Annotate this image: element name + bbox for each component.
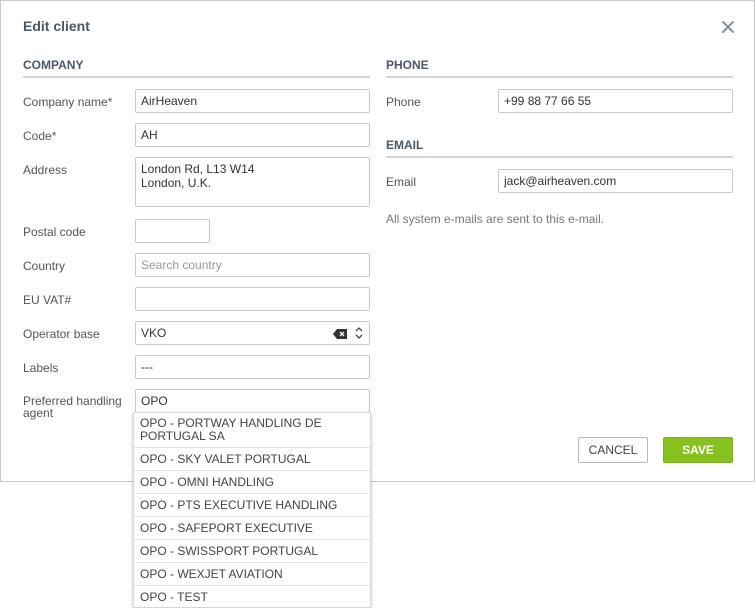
company-name-label: Company name*: [23, 95, 113, 109]
email-label: Email: [386, 175, 417, 189]
dropdown-option[interactable]: OPO - SWISSPORT PORTUGAL: [134, 540, 370, 563]
close-icon[interactable]: [718, 17, 738, 37]
eu-vat-input[interactable]: [135, 287, 370, 311]
edit-client-dialog: Edit client COMPANY Company name* AirHea…: [0, 0, 755, 482]
phone-section-divider: [386, 76, 733, 78]
country-search-input[interactable]: Search country: [135, 253, 370, 277]
address-line-1: London Rd, L13 W14: [141, 162, 255, 176]
phone-input[interactable]: +99 88 77 66 55: [498, 89, 733, 113]
postal-code-input[interactable]: [135, 219, 210, 243]
postal-code-label: Postal code: [23, 225, 86, 239]
eu-vat-label: EU VAT#: [23, 293, 72, 307]
company-section-divider: [23, 76, 370, 78]
company-section-title: COMPANY: [23, 58, 84, 72]
code-input[interactable]: AH: [135, 123, 370, 147]
phone-section-title: PHONE: [386, 58, 429, 72]
dropdown-option[interactable]: OPO - SAFEPORT EXECUTIVE: [134, 517, 370, 540]
address-label: Address: [23, 163, 68, 177]
handling-agent-label-line-2: agent: [23, 406, 54, 420]
company-name-input[interactable]: AirHeaven: [135, 89, 370, 113]
email-section-divider: [386, 156, 733, 158]
chevron-up-down-icon[interactable]: [354, 326, 364, 343]
dropdown-option[interactable]: OPO - WEXJET AVIATION: [134, 563, 370, 586]
dropdown-option[interactable]: OPO - PORTWAY HANDLING DE PORTUGAL SA: [134, 413, 370, 448]
handling-agent-label: Preferred handling agent: [23, 395, 122, 419]
email-section-title: EMAIL: [386, 138, 424, 152]
cancel-button[interactable]: CANCEL: [578, 437, 648, 463]
dropdown-option[interactable]: OPO - SKY VALET PORTUGAL: [134, 448, 370, 471]
dropdown-option[interactable]: OPO - TEST: [134, 586, 370, 607]
dialog-title: Edit client: [23, 18, 90, 34]
address-textarea[interactable]: London Rd, L13 W14 London, U.K.: [135, 157, 370, 207]
labels-label: Labels: [23, 361, 59, 375]
handling-agent-input[interactable]: OPO: [135, 389, 370, 413]
phone-label: Phone: [386, 95, 421, 109]
email-input[interactable]: jack@airheaven.com: [498, 169, 733, 193]
dropdown-option-line-2: PORTUGAL SA: [140, 429, 225, 443]
page-background-below: [0, 482, 755, 608]
country-label: Country: [23, 259, 66, 273]
code-label: Code*: [23, 129, 57, 143]
email-help-text: All system e-mails are sent to this e-ma…: [386, 212, 605, 226]
dropdown-option[interactable]: OPO - OMNI HANDLING: [134, 471, 370, 494]
handling-agent-dropdown: OPO - PORTWAY HANDLING DE PORTUGAL SA OP…: [133, 412, 371, 608]
labels-input[interactable]: ---: [135, 355, 370, 379]
dropdown-option[interactable]: OPO - PTS EXECUTIVE HANDLING: [134, 494, 370, 517]
operator-base-label: Operator base: [23, 327, 100, 341]
clear-value-icon[interactable]: [333, 328, 347, 342]
save-button[interactable]: SAVE: [663, 437, 733, 463]
address-line-2: London, U.K.: [141, 176, 212, 190]
operator-base-value: VKO: [141, 326, 167, 340]
